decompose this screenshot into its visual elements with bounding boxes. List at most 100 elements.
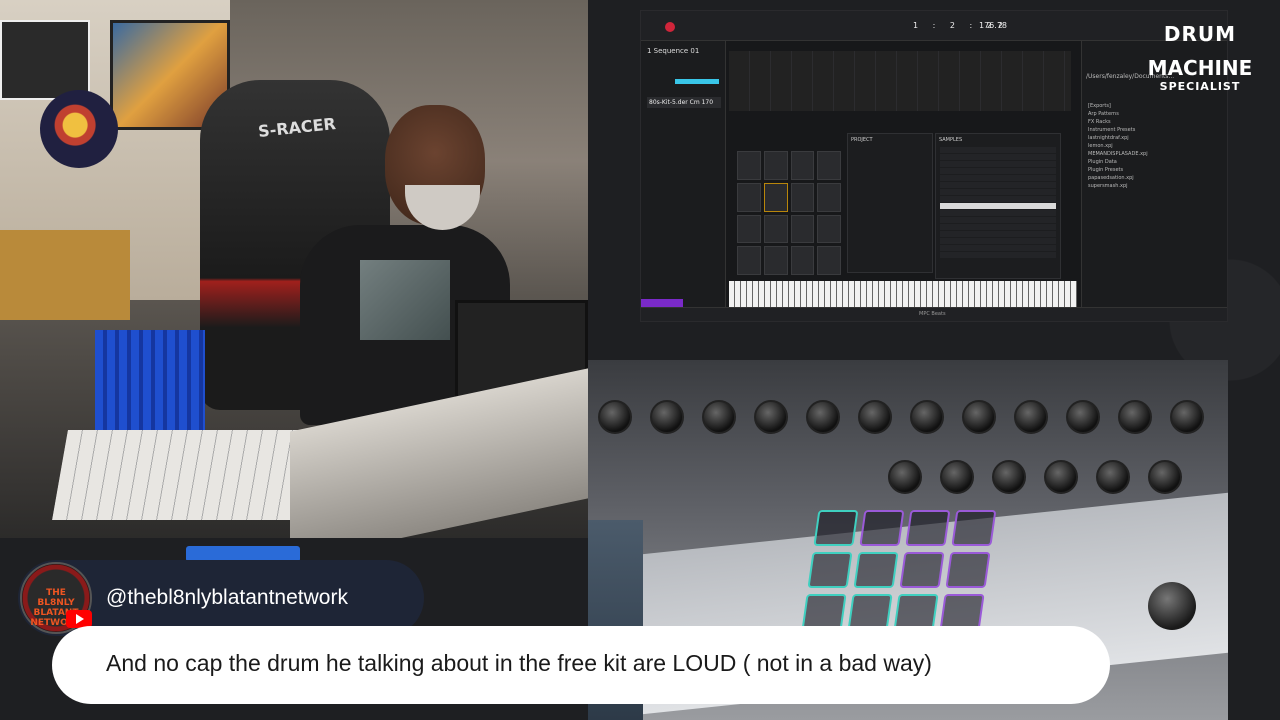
hardware-pad (939, 594, 985, 630)
sample-row-selected[interactable] (940, 203, 1056, 209)
chat-message: And no cap the drum he talking about in … (106, 650, 932, 676)
pad[interactable] (817, 182, 841, 212)
pad[interactable] (737, 151, 761, 180)
sample-row[interactable] (940, 217, 1056, 223)
browser-item[interactable]: Plugin Presets (1088, 167, 1148, 175)
knob (650, 400, 684, 434)
tempo-bar (675, 79, 719, 84)
sequence-grid[interactable] (729, 51, 1071, 111)
knob-row (888, 460, 1182, 506)
brand-line-2: MACHINE (1147, 56, 1253, 80)
knob (598, 400, 632, 434)
knob (992, 460, 1026, 494)
pad[interactable] (790, 246, 815, 275)
browser-item[interactable]: FX Racks (1088, 119, 1148, 127)
pad-bank (737, 151, 841, 275)
knob (1118, 400, 1152, 434)
brand-logo: DRUM MACHINE SPECIALIST (1140, 22, 1260, 93)
sample-row[interactable] (940, 161, 1056, 167)
hardware-pads (801, 510, 997, 630)
brand-line-3: SPECIALIST (1159, 80, 1241, 93)
pad[interactable] (763, 151, 788, 180)
brand-line-1: DRUM (1163, 22, 1237, 46)
knob (1066, 400, 1100, 434)
sample-row[interactable] (940, 168, 1056, 174)
sample-row[interactable] (940, 175, 1056, 181)
record-icon[interactable] (665, 22, 675, 32)
sample-row[interactable] (940, 245, 1056, 251)
pad[interactable] (763, 246, 788, 275)
browser-item[interactable]: Instrument Presets (1088, 127, 1148, 135)
hardware-pad (847, 594, 893, 630)
browser-item[interactable]: [Exports] (1088, 103, 1148, 111)
knob (1014, 400, 1048, 434)
browser-item[interactable]: Plugin Data (1088, 159, 1148, 167)
hardware-pad (951, 510, 997, 546)
pad[interactable] (790, 151, 815, 180)
pad[interactable] (817, 246, 841, 275)
knob (1096, 460, 1130, 494)
track-inspector: 1 Sequence 01 80s-Kit-5.der Cm 170 (641, 41, 726, 307)
sample-row[interactable] (940, 147, 1056, 153)
wall-poster (0, 20, 90, 100)
sample-row[interactable] (940, 252, 1056, 258)
knob (754, 400, 788, 434)
hardware-pad (945, 552, 991, 588)
knob (858, 400, 892, 434)
bpm-display[interactable]: 176.78 (979, 21, 1007, 30)
project-panel: PROJECT (847, 133, 933, 273)
knob-row (598, 400, 1204, 446)
pad[interactable] (737, 246, 761, 275)
pad[interactable] (737, 214, 761, 244)
knob (888, 460, 922, 494)
sample-row[interactable] (940, 154, 1056, 160)
browser-item[interactable]: Arp Patterns (1088, 111, 1148, 119)
browser-item[interactable]: supersmash.xpj (1088, 183, 1148, 191)
pad[interactable] (763, 182, 788, 212)
knob (702, 400, 736, 434)
purple-indicator (641, 299, 683, 307)
pad[interactable] (817, 151, 841, 180)
pad[interactable] (737, 182, 761, 212)
knob (806, 400, 840, 434)
hardware-pad (905, 510, 951, 546)
wooden-shelf (0, 230, 130, 320)
browser-item[interactable]: lastnightdraf.xpj (1088, 135, 1148, 143)
pad[interactable] (817, 214, 841, 244)
chat-username: @thebl8nlyblatantnetwork (106, 586, 348, 609)
browser-list: [Exports] Arp Patterns FX Racks Instrume… (1088, 103, 1148, 191)
browser-item[interactable]: lemon.xpj (1088, 143, 1148, 151)
stream-frame: S-RACER 1 : 2 : 22 176.78 1 Sequence 01 … (0, 0, 1280, 720)
hardware-pad (859, 510, 905, 546)
sample-row[interactable] (940, 224, 1056, 230)
app-title: MPC Beats (919, 311, 946, 317)
sample-row[interactable] (940, 238, 1056, 244)
hardware-pad (893, 594, 939, 630)
hardware-pad (801, 594, 847, 630)
sequence-name[interactable]: 1 Sequence 01 (647, 47, 699, 55)
pad[interactable] (763, 214, 788, 244)
knob (1170, 400, 1204, 434)
browser-item[interactable]: papasedsation.xpj (1088, 175, 1148, 183)
sample-row[interactable] (940, 189, 1056, 195)
sample-row[interactable] (940, 182, 1056, 188)
sample-row[interactable] (940, 210, 1056, 216)
browser-item[interactable]: MEMANDISPLASADE.xpj (1088, 151, 1148, 159)
data-wheel (1148, 582, 1196, 630)
piano-keyboard[interactable] (729, 281, 1077, 307)
status-bar: MPC Beats (641, 307, 1227, 321)
planet-vinyl-art (40, 90, 118, 168)
project-label: PROJECT (851, 137, 873, 143)
samples-label: SAMPLES (939, 137, 963, 143)
knob (1148, 460, 1182, 494)
person-beard (405, 185, 480, 230)
hardware-pad (899, 552, 945, 588)
sample-row[interactable] (940, 231, 1056, 237)
pad[interactable] (790, 182, 815, 212)
knob (962, 400, 996, 434)
pad[interactable] (790, 214, 815, 244)
knob (1044, 460, 1078, 494)
kit-name[interactable]: 80s-Kit-5.der Cm 170 (647, 97, 721, 108)
sample-row[interactable] (940, 196, 1056, 202)
knob (910, 400, 944, 434)
